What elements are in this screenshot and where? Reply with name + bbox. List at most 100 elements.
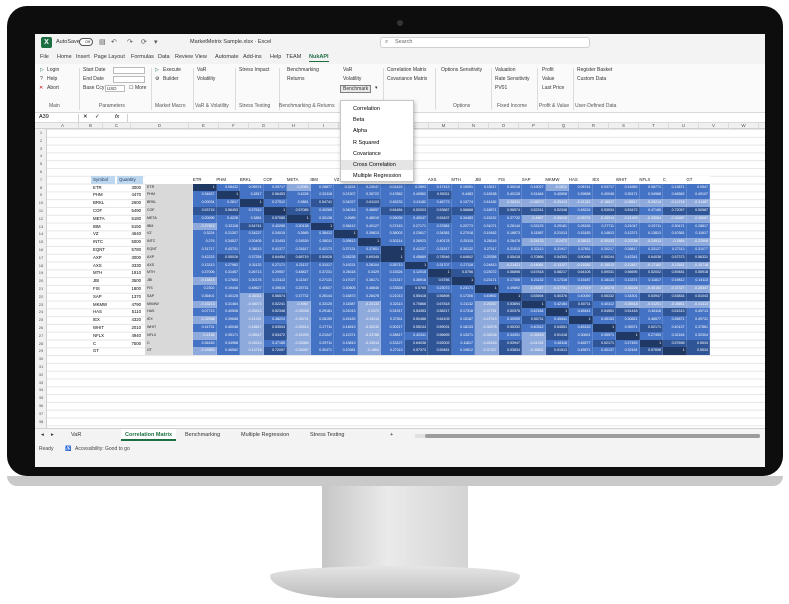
row-header[interactable]: 8 bbox=[35, 184, 47, 192]
row-header[interactable]: 25 bbox=[35, 316, 47, 324]
matrix-cell[interactable]: 1 bbox=[451, 277, 476, 285]
matrix-cell[interactable]: 0.47862 bbox=[381, 191, 405, 200]
matrix-cell[interactable]: 0.33125 bbox=[310, 300, 335, 309]
matrix-cell[interactable]: -0.25357 bbox=[522, 284, 546, 293]
matrix-cell[interactable]: 0.0547 bbox=[686, 183, 711, 192]
matrix-cell[interactable]: 0.31917 bbox=[381, 308, 405, 317]
row-header[interactable]: 11 bbox=[35, 207, 47, 215]
matrix-row-label[interactable]: WHIT bbox=[145, 323, 194, 332]
matrix-cell[interactable]: 0.13371 bbox=[616, 277, 640, 285]
matrix-cell[interactable]: 0.27113 bbox=[381, 347, 405, 356]
matrix-cell[interactable]: 0.26035 bbox=[381, 214, 405, 223]
matrix-cell[interactable]: 0.14113 bbox=[686, 277, 711, 285]
matrix-cell[interactable]: 0.15117 bbox=[475, 183, 499, 192]
matrix-cell[interactable]: 0.64036 bbox=[404, 339, 429, 348]
symbol-cell[interactable]: GT bbox=[93, 347, 99, 355]
row-header[interactable]: 5 bbox=[35, 160, 47, 168]
matrix-cell[interactable]: 0.39615 bbox=[263, 284, 288, 293]
matrix-cell[interactable]: 0.46597 bbox=[357, 206, 382, 215]
matrix-cell[interactable]: 0.55332 bbox=[498, 323, 523, 332]
matrix-cell[interactable]: 0.35971 bbox=[616, 323, 640, 332]
sheet-tab-multiple-regression[interactable]: Multiple Regression bbox=[241, 432, 289, 438]
matrix-cell[interactable]: 0.40607 bbox=[310, 284, 335, 293]
matrix-cell[interactable]: 0.54353 bbox=[545, 253, 570, 262]
row-header[interactable]: 12 bbox=[35, 215, 47, 223]
matrix-cell[interactable]: -0.35226 bbox=[616, 284, 640, 293]
matrix-cell[interactable]: 0.08432 bbox=[216, 183, 241, 192]
matrix-row-label[interactable]: FIS bbox=[145, 284, 194, 293]
last-price-button[interactable]: Last Price bbox=[542, 85, 564, 91]
matrix-cell[interactable]: 0.27117 bbox=[475, 245, 499, 254]
matrix-cell[interactable]: 0.38003 bbox=[381, 230, 405, 239]
matrix-cell[interactable]: 0.38412 bbox=[310, 230, 335, 239]
matrix-cell[interactable]: 0.37811 bbox=[381, 316, 405, 324]
matrix-cell[interactable]: 0.29711 bbox=[310, 339, 335, 348]
matrix-cell[interactable]: 0.47185 bbox=[263, 339, 288, 348]
matrix-cell[interactable]: 1 bbox=[381, 245, 405, 254]
matrix-cell[interactable]: 0.53472 bbox=[616, 206, 640, 215]
matrix-cell[interactable]: 0.72057 bbox=[263, 347, 288, 356]
matrix-cell[interactable]: 0.53437 bbox=[428, 214, 452, 223]
matrix-cell[interactable]: -0.30232 bbox=[357, 323, 382, 332]
matrix-cell[interactable]: 0.37415 bbox=[381, 222, 405, 231]
symbol-cell[interactable]: SAP bbox=[93, 293, 102, 301]
matrix-cell[interactable]: 0.48224 bbox=[569, 206, 593, 215]
matrix-row-label[interactable]: INTC bbox=[145, 238, 194, 246]
matrix-cell[interactable]: 0.56668 bbox=[451, 206, 476, 215]
matrix-cell[interactable]: 0.21013 bbox=[498, 245, 523, 254]
row-header[interactable]: 37 bbox=[35, 410, 47, 418]
matrix-cell[interactable]: 0.18133 bbox=[451, 323, 476, 332]
matrix-cell[interactable]: 0.27131 bbox=[310, 277, 335, 285]
matrix-cell[interactable]: 0.27171 bbox=[263, 261, 288, 270]
matrix-cell[interactable]: 0.40562 bbox=[404, 191, 429, 200]
customize-icon[interactable]: ▾ bbox=[154, 38, 158, 46]
matrix-cell[interactable]: 0.15232 bbox=[475, 214, 499, 223]
matrix-cell[interactable]: 0.31017 bbox=[310, 261, 335, 270]
matrix-cell[interactable]: 0.42341 bbox=[616, 253, 640, 262]
matrix-cell[interactable]: -0.15213 bbox=[193, 300, 217, 309]
matrix-cell[interactable]: 0.37006 bbox=[193, 269, 217, 278]
matrix-cell[interactable]: -0.1864 bbox=[357, 347, 382, 356]
custom-data-button[interactable]: Custom Data bbox=[577, 76, 606, 82]
matrix-cell[interactable]: 0.39658 bbox=[569, 191, 593, 200]
matrix-cell[interactable]: 0.11817 bbox=[639, 277, 664, 285]
matrix-cell[interactable]: 0.28226 bbox=[334, 253, 358, 262]
row-header[interactable]: 21 bbox=[35, 285, 47, 293]
matrix-cell[interactable]: 1 bbox=[616, 331, 640, 340]
quantity-cell[interactable]: 1370 bbox=[117, 293, 141, 301]
matrix-cell[interactable]: 0.21013 bbox=[334, 308, 358, 317]
matrix-cell[interactable]: 0.3881 bbox=[240, 214, 264, 223]
matrix-cell[interactable]: 0.42184 bbox=[522, 308, 546, 317]
matrix-cell[interactable]: 0.28817 bbox=[616, 245, 640, 254]
matrix-row-label[interactable]: JBI bbox=[145, 277, 194, 285]
matrix-cell[interactable]: 0.59481 bbox=[663, 269, 687, 278]
matrix-cell[interactable]: -0.1864 bbox=[663, 238, 687, 246]
matrix-cell[interactable]: 0.53947 bbox=[639, 292, 664, 301]
matrix-cell[interactable]: 0.52171 bbox=[592, 339, 617, 348]
matrix-column-header[interactable]: JBI bbox=[474, 175, 499, 184]
matrix-cell[interactable]: 0.46562 bbox=[663, 191, 687, 200]
add-sheet-button[interactable]: + bbox=[390, 432, 393, 438]
matrix-cell[interactable]: 0.58217 bbox=[428, 308, 452, 317]
matrix-cell[interactable]: 0.24813 bbox=[475, 261, 499, 270]
matrix-cell[interactable]: -0.21421 bbox=[498, 261, 523, 270]
matrix-cell[interactable]: 0.56453 bbox=[216, 206, 241, 215]
correlation-matrix-button[interactable]: Correlation Matrix bbox=[387, 67, 426, 73]
matrix-cell[interactable]: 0.40178 bbox=[428, 238, 452, 246]
symbol-cell[interactable]: INTC bbox=[93, 238, 103, 246]
autosave-toggle[interactable]: Off bbox=[79, 38, 93, 46]
matrix-cell[interactable]: 0.23171 bbox=[475, 277, 499, 285]
matrix-cell[interactable]: -0.24133 bbox=[357, 300, 382, 309]
matrix-cell[interactable]: -0.35914 bbox=[592, 214, 617, 223]
matrix-cell[interactable]: 0.37811 bbox=[569, 245, 593, 254]
matrix-cell[interactable]: 0.50587 bbox=[686, 206, 711, 215]
matrix-cell[interactable]: 1 bbox=[216, 191, 241, 200]
row-header[interactable]: 3 bbox=[35, 145, 47, 153]
matrix-cell[interactable]: 0.37231 bbox=[310, 269, 335, 278]
matrix-cell[interactable]: -0.33084 bbox=[287, 339, 311, 348]
matrix-cell[interactable]: 0.10381 bbox=[334, 347, 358, 356]
matrix-cell[interactable]: -0.21409 bbox=[616, 214, 640, 223]
matrix-cell[interactable]: 0.53534 bbox=[592, 206, 617, 215]
matrix-cell[interactable]: -0.45811 bbox=[663, 300, 687, 309]
matrix-cell[interactable]: 0.39658 bbox=[216, 316, 241, 324]
